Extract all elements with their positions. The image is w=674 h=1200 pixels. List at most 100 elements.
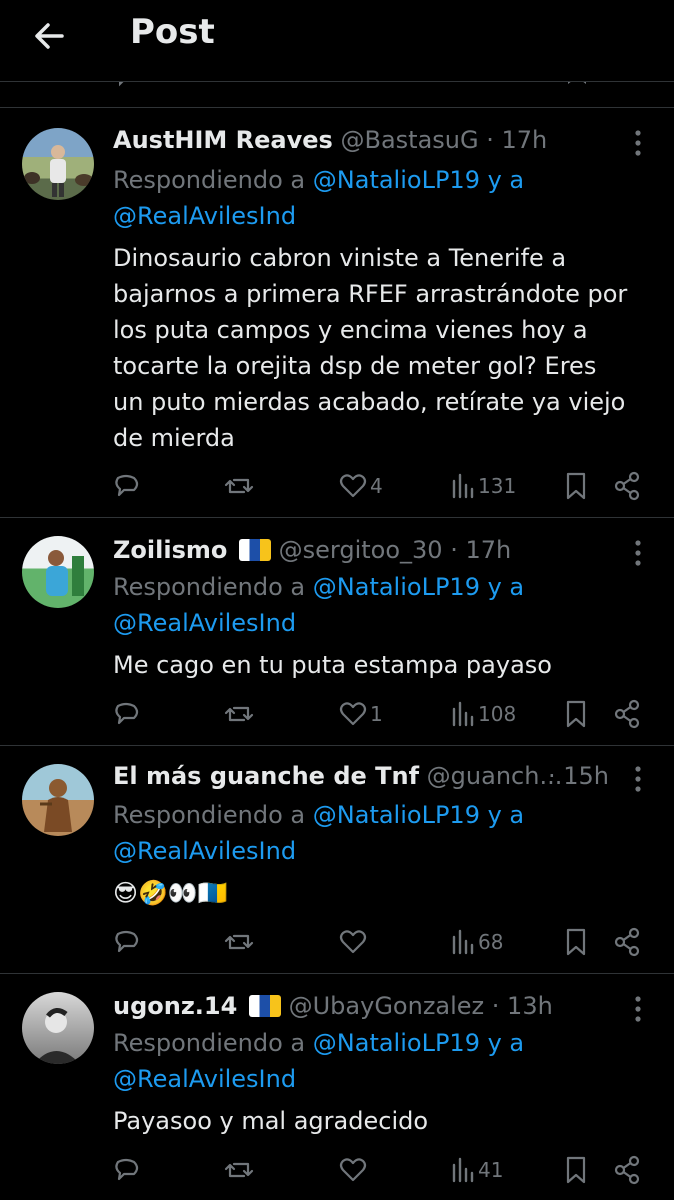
replying-to: Respondiendo a @NatalioLP19 y a @RealAvi… xyxy=(113,797,634,869)
reply-post-3[interactable]: El más guanche de Tnf @guanch... · 15h R… xyxy=(0,746,674,974)
user-handle[interactable]: @UbayGonzalez xyxy=(289,992,485,1020)
bookmark-icon xyxy=(566,928,586,956)
share-icon xyxy=(614,699,640,729)
like-count: 1 xyxy=(370,702,383,726)
reply-button[interactable] xyxy=(110,466,142,506)
reply-button[interactable] xyxy=(110,1150,142,1190)
reply-button[interactable] xyxy=(110,694,142,734)
share-button[interactable] xyxy=(612,1150,642,1190)
share-icon xyxy=(614,927,640,957)
share-icon xyxy=(614,1155,640,1185)
display-name[interactable]: AustHIM Reaves xyxy=(113,126,333,154)
replying-to: Respondiendo a @NatalioLP19 y a @RealAvi… xyxy=(113,1025,634,1097)
retweet-icon xyxy=(224,478,254,494)
post-header: ugonz.14 @UbayGonzalez · 13h xyxy=(113,986,604,1026)
person-icon xyxy=(40,779,72,832)
more-options-icon[interactable] xyxy=(628,128,648,158)
user-handle[interactable]: @BastasuG xyxy=(340,126,478,154)
display-name[interactable]: Zoilismo xyxy=(113,536,227,564)
post-header: AustHIM Reaves @BastasuG · 17h xyxy=(113,120,604,160)
view-count: 41 xyxy=(478,1158,504,1182)
mention-link[interactable]: @RealAvilesInd xyxy=(113,837,296,865)
top-bar: Post xyxy=(0,0,674,82)
mention-link[interactable]: @NatalioLP19 y a xyxy=(313,1029,524,1057)
avatar[interactable] xyxy=(22,764,94,836)
back-arrow-icon[interactable] xyxy=(28,14,72,58)
timestamp[interactable]: · 15h xyxy=(548,756,609,796)
reply-icon xyxy=(115,474,139,497)
display-name[interactable]: El más guanche de Tnf xyxy=(113,762,419,790)
avatar[interactable] xyxy=(22,128,94,200)
mention-link[interactable]: @RealAvilesInd xyxy=(113,202,296,230)
more-options-icon[interactable] xyxy=(628,764,648,794)
heart-icon xyxy=(339,474,367,498)
display-name[interactable]: ugonz.14 xyxy=(113,992,237,1020)
views-button[interactable]: 108 xyxy=(450,694,516,734)
bookmark-button[interactable] xyxy=(562,466,590,506)
mention-link[interactable]: @NatalioLP19 y a xyxy=(313,801,524,829)
reply-icon xyxy=(115,930,139,953)
retweet-icon xyxy=(224,1162,254,1178)
retweet-button[interactable] xyxy=(222,694,256,734)
more-options-icon[interactable] xyxy=(628,994,648,1024)
avatar[interactable] xyxy=(22,992,94,1064)
replying-prefix: Respondiendo a xyxy=(113,801,306,829)
mention-link[interactable]: @RealAvilesInd xyxy=(113,609,296,637)
replying-to: Respondiendo a @NatalioLP19 y a @RealAvi… xyxy=(113,569,634,641)
avatar[interactable] xyxy=(22,536,94,608)
user-handle[interactable]: @sergitoo_30 xyxy=(279,536,443,564)
views-icon xyxy=(452,473,474,499)
post-actions: 68 xyxy=(0,922,674,962)
retweet-button[interactable] xyxy=(222,1150,256,1190)
post-text: 😎🤣👀🇮🇨 xyxy=(113,879,228,907)
timestamp[interactable]: · 17h xyxy=(450,536,511,564)
replying-prefix: Respondiendo a xyxy=(113,166,306,194)
view-count: 68 xyxy=(478,930,504,954)
canary-flag-icon xyxy=(239,539,271,561)
person-icon xyxy=(24,145,93,197)
like-button[interactable]: 1 xyxy=(338,694,383,734)
timestamp[interactable]: · 17h xyxy=(486,126,547,154)
retweet-button[interactable] xyxy=(222,922,256,962)
post-text: Payasoo y mal agradecido xyxy=(113,1107,429,1135)
mention-link[interactable]: @NatalioLP19 y a xyxy=(313,573,524,601)
mention-link[interactable]: @RealAvilesInd xyxy=(113,1065,296,1093)
views-button[interactable]: 41 xyxy=(450,1150,503,1190)
reply-post-4[interactable]: ugonz.14 @UbayGonzalez · 13h Respondiend… xyxy=(0,974,674,1200)
reply-post-2[interactable]: Zoilismo @sergitoo_30 · 17h Respondiendo… xyxy=(0,518,674,746)
post-header: Zoilismo @sergitoo_30 · 17h xyxy=(113,530,604,570)
share-icon xyxy=(614,471,640,501)
bookmark-icon xyxy=(566,1156,586,1184)
bookmark-button[interactable] xyxy=(562,1150,590,1190)
bookmark-button[interactable] xyxy=(562,922,590,962)
share-button[interactable] xyxy=(612,466,642,506)
views-button[interactable]: 131 xyxy=(450,466,516,506)
views-button[interactable]: 68 xyxy=(450,922,503,962)
like-button[interactable]: 4 xyxy=(338,466,383,506)
heart-icon xyxy=(339,1158,367,1182)
page-title: Post xyxy=(130,12,215,52)
reply-button[interactable] xyxy=(110,922,142,962)
view-count: 131 xyxy=(478,474,517,498)
bookmark-icon xyxy=(566,700,586,728)
mention-link[interactable]: @NatalioLP19 y a xyxy=(313,166,524,194)
views-icon xyxy=(452,929,474,955)
post-actions: 1 108 xyxy=(0,694,674,734)
share-button[interactable] xyxy=(612,694,642,734)
reply-post-1[interactable]: AustHIM Reaves @BastasuG · 17h Respondie… xyxy=(0,110,674,518)
retweet-button[interactable] xyxy=(222,466,256,506)
heart-icon xyxy=(339,930,367,954)
bookmark-icon xyxy=(566,472,586,500)
more-options-icon[interactable] xyxy=(628,538,648,568)
share-button[interactable] xyxy=(612,922,642,962)
like-button[interactable] xyxy=(338,922,368,962)
user-handle[interactable]: @guanch... xyxy=(427,762,563,790)
post-text: Me cago en tu puta estampa payaso xyxy=(113,651,552,679)
views-icon xyxy=(452,701,474,727)
timestamp[interactable]: · 13h xyxy=(492,992,553,1020)
heart-icon xyxy=(339,702,367,726)
post-header: El más guanche de Tnf @guanch... xyxy=(113,756,564,796)
view-count: 108 xyxy=(478,702,517,726)
bookmark-button[interactable] xyxy=(562,694,590,734)
like-button[interactable] xyxy=(338,1150,368,1190)
